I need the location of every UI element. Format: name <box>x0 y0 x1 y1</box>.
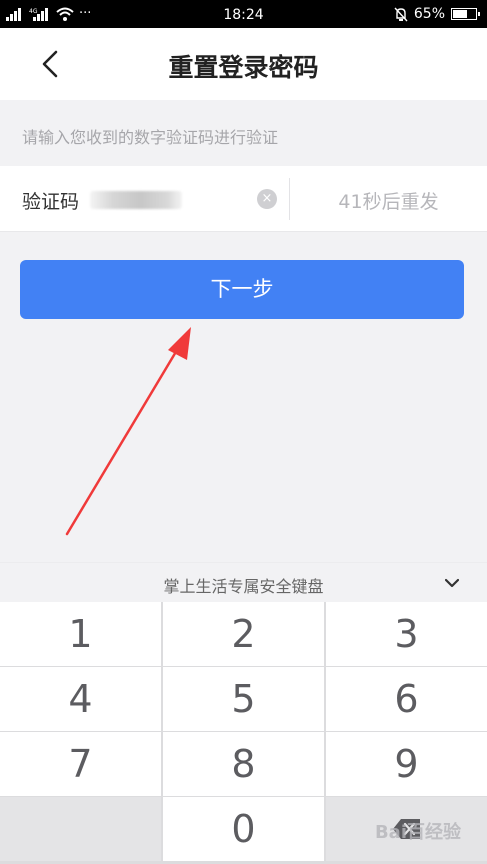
keyboard-title: 掌上生活专属安全键盘 <box>163 577 324 596</box>
key-0[interactable]: 0 <box>163 797 324 861</box>
battery-level <box>453 10 467 18</box>
key-5[interactable]: 5 <box>163 667 324 731</box>
backspace-icon <box>392 819 420 839</box>
page-title: 重置登录密码 <box>168 53 319 82</box>
battery-percent: 65% <box>413 6 445 22</box>
mute-bell-icon <box>394 7 408 21</box>
keyboard-collapse-button[interactable] <box>437 569 467 597</box>
nav-bar: 重置登录密码 <box>0 28 487 100</box>
numeric-keypad: 1 2 3 4 5 6 7 8 9 0 <box>0 602 487 864</box>
battery-icon <box>451 8 480 20</box>
key-4[interactable]: 4 <box>0 667 161 731</box>
key-7[interactable]: 7 <box>0 732 161 796</box>
verification-hint: 请输入您收到的数字验证码进行验证 <box>22 128 279 147</box>
next-step-button[interactable]: 下一步 <box>20 260 464 319</box>
key-3[interactable]: 3 <box>326 602 487 666</box>
key-1[interactable]: 1 <box>0 602 161 666</box>
code-input[interactable] <box>90 191 182 209</box>
status-right: 65% <box>394 6 480 22</box>
resend-countdown[interactable]: 41秒后重发 <box>290 187 487 214</box>
key-6[interactable]: 6 <box>326 667 487 731</box>
key-2[interactable]: 2 <box>163 602 324 666</box>
chevron-down-icon <box>445 578 459 588</box>
key-blank <box>0 797 161 861</box>
code-label: 验证码 <box>22 191 80 213</box>
key-8[interactable]: 8 <box>163 732 324 796</box>
clear-icon[interactable]: × <box>257 189 277 209</box>
status-bar: 4G ··· 18:24 65% <box>0 0 487 28</box>
backspace-key[interactable] <box>326 797 487 861</box>
key-9[interactable]: 9 <box>326 732 487 796</box>
keyboard-header: 掌上生活专属安全键盘 <box>0 562 487 602</box>
